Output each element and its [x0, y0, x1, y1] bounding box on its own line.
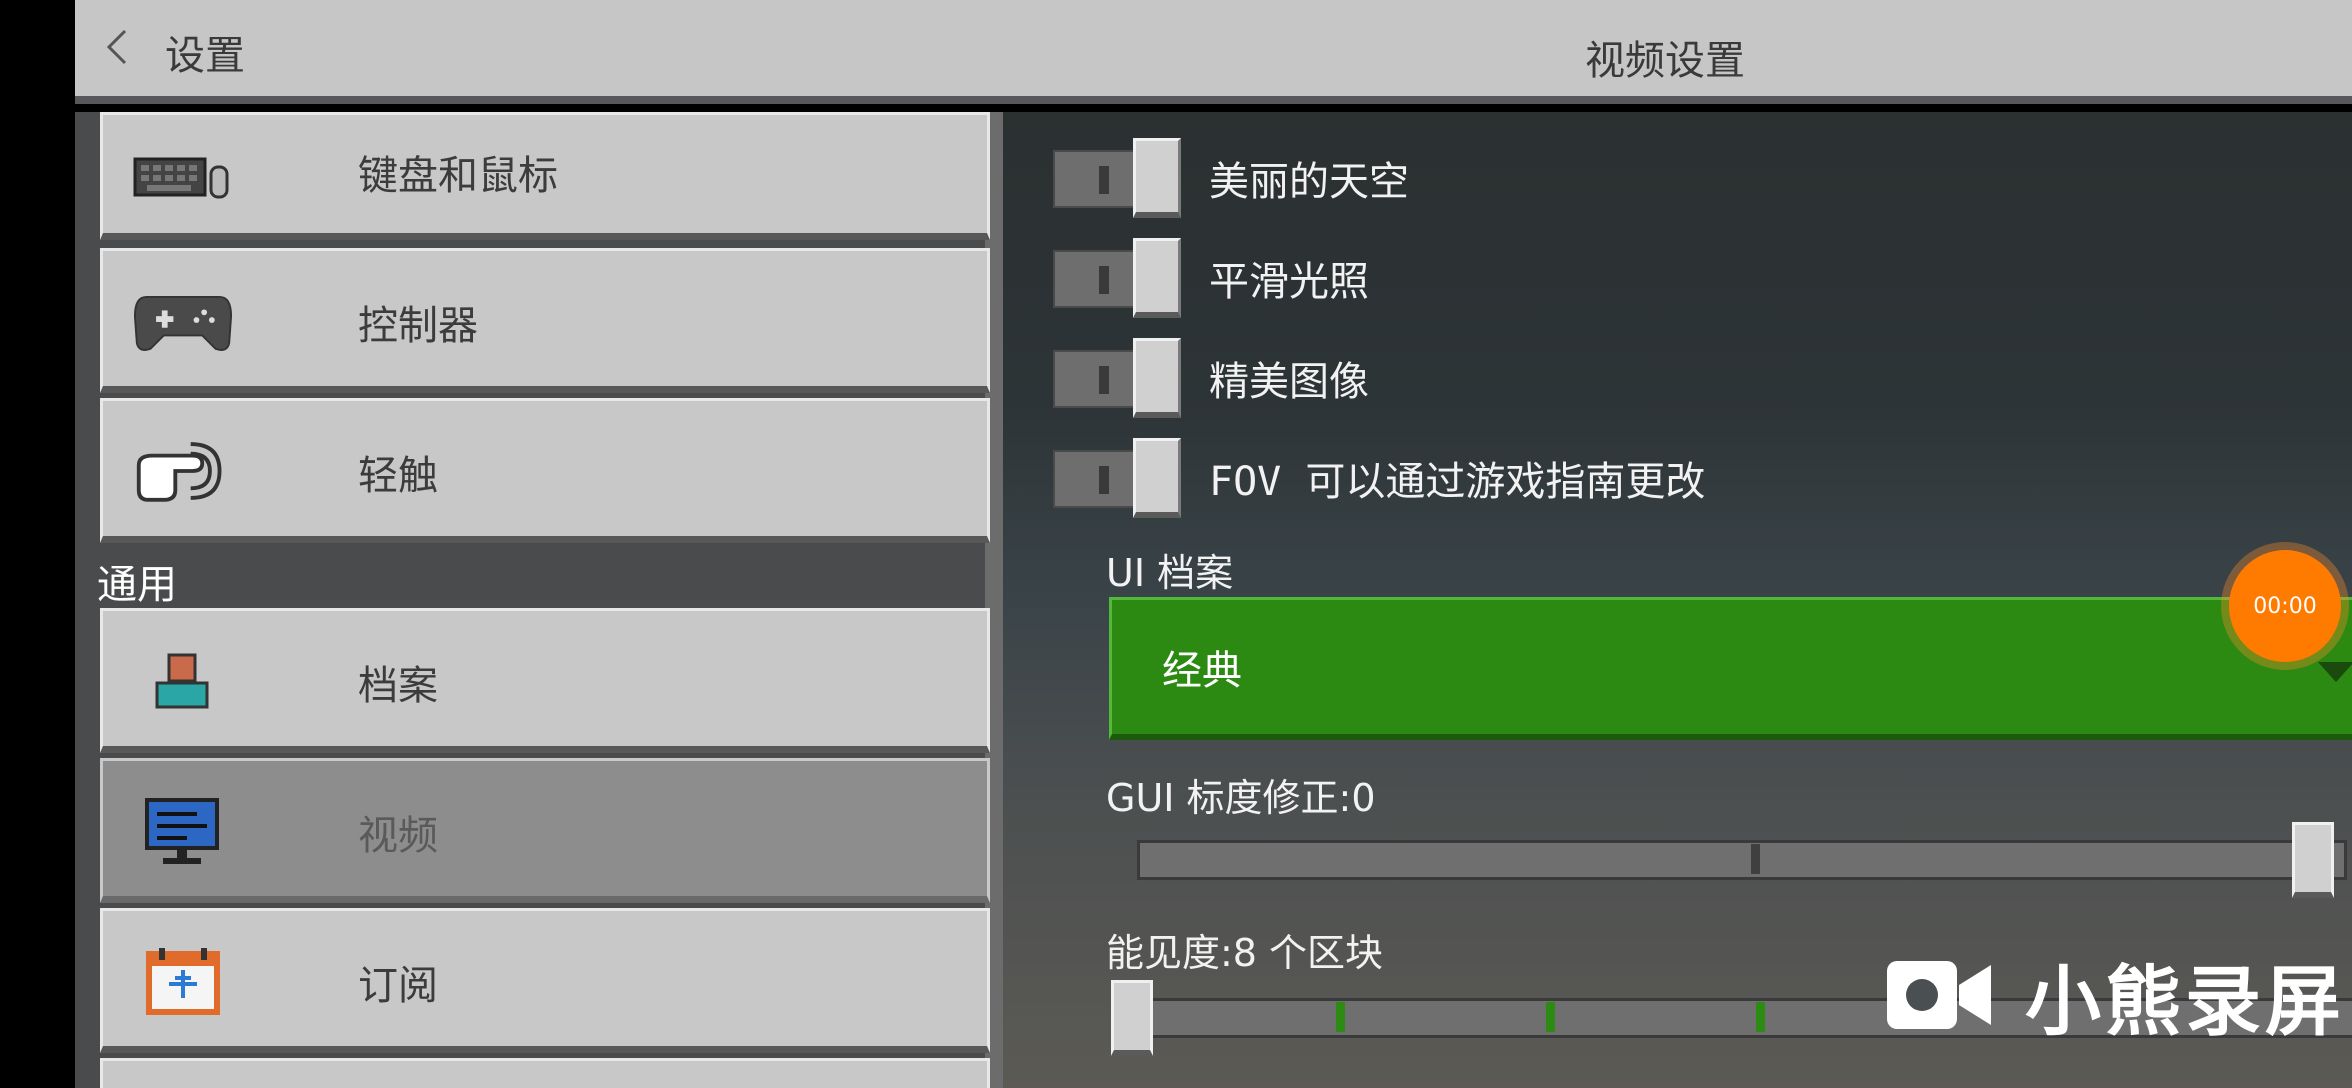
gui-scale-slider[interactable]: [1137, 822, 2352, 902]
toggle-label: FOV 可以通过游戏指南更改: [1209, 459, 1706, 505]
watermark-text: 小熊录屏: [2025, 957, 2345, 1046]
slider-knob[interactable]: [2292, 822, 2334, 898]
toggle-row-beautiful-skies: 美丽的天空: [1053, 138, 1409, 218]
gui-scale-label: GUI 标度修正:0: [1106, 776, 1376, 820]
toggle-knob[interactable]: [1133, 438, 1181, 518]
toggle-label: 美丽的天空: [1209, 159, 1409, 205]
monitor-icon: [133, 791, 233, 871]
section-label-general: 通用: [97, 562, 177, 608]
ui-profile-dropdown[interactable]: 经典: [1109, 597, 2352, 740]
header-bar: 设置 视频设置: [75, 0, 2352, 104]
sidebar-item-keyboard-mouse[interactable]: 键盘和鼠标: [100, 112, 990, 240]
toggle-knob[interactable]: [1133, 138, 1181, 218]
sidebar-item-label: 轻触: [358, 453, 438, 499]
fov-toggle[interactable]: [1053, 438, 1181, 518]
slider-tick: [1546, 1002, 1555, 1032]
toggle-bar: [1099, 366, 1109, 394]
sidebar-item-video[interactable]: 视频: [100, 758, 990, 903]
watermark: 小熊录屏: [1885, 950, 2345, 1046]
toggle-bar: [1099, 266, 1109, 294]
toggle-bar: [1099, 166, 1109, 194]
beautiful-skies-toggle[interactable]: [1053, 138, 1181, 218]
sidebar-item-profile[interactable]: 档案: [100, 608, 990, 753]
toggle-row-smooth-lighting: 平滑光照: [1053, 238, 1369, 318]
sidebar-item-label: 视频: [358, 813, 438, 859]
app-screen: 设置 视频设置 键盘和鼠标 控制器 轻触 通用 档案 视频 订阅 美丽的天空 平…: [75, 0, 2352, 1088]
ui-profile-label: UI 档案: [1106, 551, 1234, 595]
touch-icon: [133, 431, 233, 511]
smooth-lighting-toggle[interactable]: [1053, 238, 1181, 318]
page-title: 视频设置: [1585, 38, 1745, 84]
slider-tick: [1756, 1002, 1765, 1032]
render-distance-label: 能见度:8 个区块: [1106, 931, 1384, 975]
sidebar-item-label: 键盘和鼠标: [358, 153, 558, 199]
timer-text: 00:00: [2253, 593, 2317, 619]
toggle-bar: [1099, 466, 1109, 494]
recording-timer-button[interactable]: 00:00: [2229, 550, 2341, 662]
sidebar-item-label: 订阅: [358, 963, 438, 1009]
toggle-row-fancy-graphics: 精美图像: [1053, 338, 1369, 418]
calendar-add-icon: [133, 941, 233, 1021]
slider-tick: [1336, 1002, 1345, 1032]
panel-divider: [993, 112, 1003, 1088]
sidebar-item-subscriptions[interactable]: 订阅: [100, 908, 990, 1053]
chevron-left-icon: [105, 27, 145, 77]
toggle-knob[interactable]: [1133, 338, 1181, 418]
toggle-row-fov: FOV 可以通过游戏指南更改: [1053, 438, 1705, 518]
profile-icon: [133, 641, 233, 721]
sidebar-item-label: 控制器: [358, 303, 478, 349]
sidebar-item-touch[interactable]: 轻触: [100, 398, 990, 543]
back-label: 设置: [165, 33, 245, 79]
video-camera-icon: [1885, 955, 1995, 1035]
gamepad-icon: [133, 281, 233, 361]
toggle-label: 精美图像: [1209, 359, 1369, 405]
toggle-label: 平滑光照: [1209, 259, 1369, 305]
dropdown-arrow-icon: [2318, 662, 2352, 682]
fancy-graphics-toggle[interactable]: [1053, 338, 1181, 418]
keyboard-mouse-icon: [133, 135, 233, 215]
slider-tick: [1751, 844, 1760, 874]
slider-knob[interactable]: [1111, 980, 1153, 1056]
sidebar-item-label: 档案: [358, 663, 438, 709]
sidebar-item-partial[interactable]: [100, 1058, 990, 1088]
toggle-knob[interactable]: [1133, 238, 1181, 318]
dropdown-value: 经典: [1162, 648, 1242, 694]
slider-track: [1137, 840, 2347, 880]
back-button[interactable]: 设置: [105, 22, 245, 82]
sidebar-item-controller[interactable]: 控制器: [100, 248, 990, 393]
